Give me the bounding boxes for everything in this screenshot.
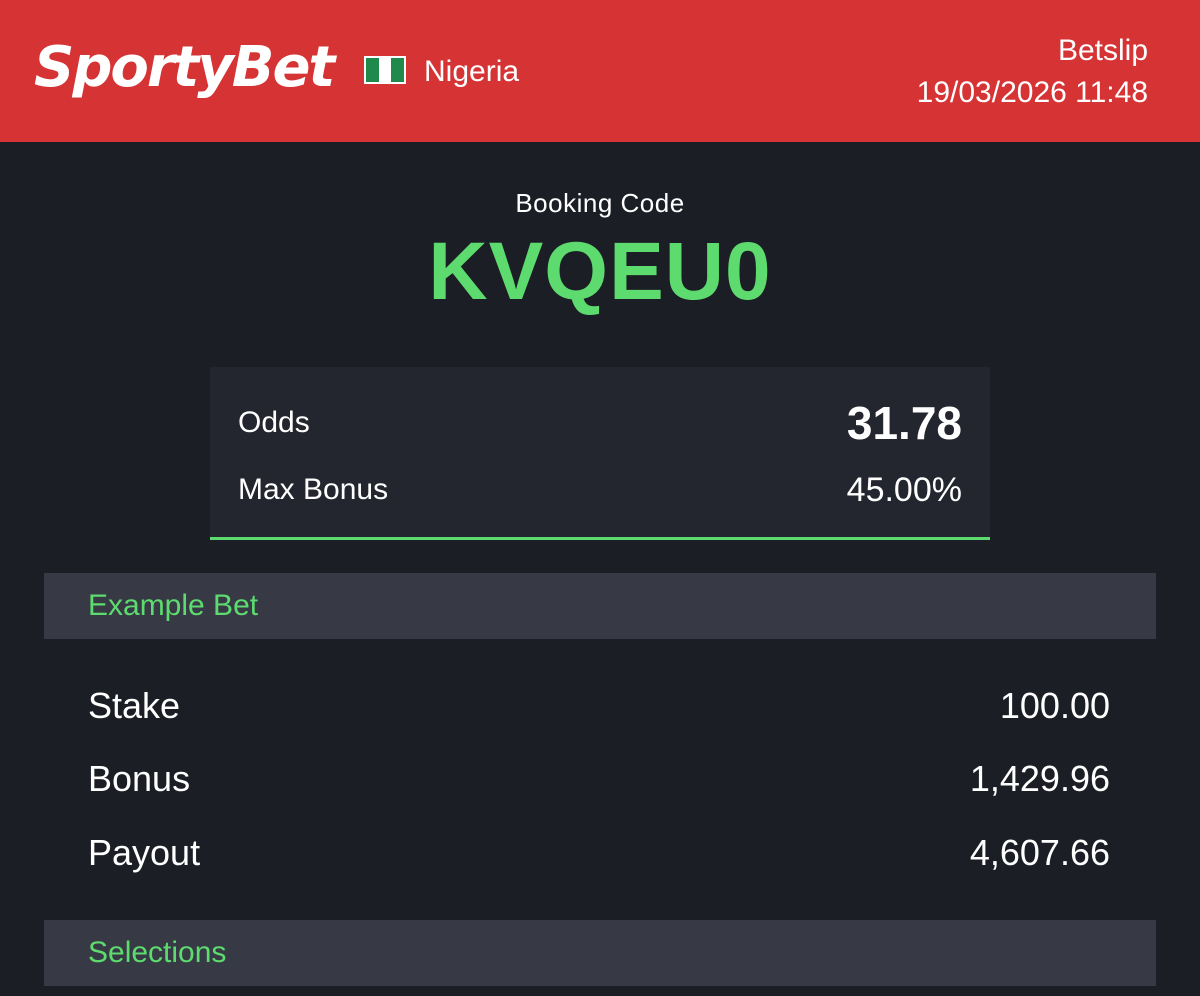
max-bonus-row: Max Bonus 45.00% [238,467,962,513]
booking-code: KVQEU0 [428,226,772,317]
max-bonus-value: 45.00% [846,470,962,509]
bonus-label: Bonus [88,758,191,799]
odds-row: Odds 31.78 [238,397,962,449]
payout-value: 4,607.66 [969,832,1110,873]
app-header: SportyBet Nigeria Betslip 19/03/2026 11:… [0,0,1200,142]
nigeria-flag-icon [364,56,406,84]
example-bet-section-header: Example Bet [44,573,1156,639]
payout-label: Payout [88,832,201,873]
example-bet-title: Example Bet [88,589,259,622]
page-title: Betslip [1057,34,1148,67]
country-label: Nigeria [424,55,520,88]
brand-logo[interactable]: SportyBet [34,30,335,106]
booking-code-label: Booking Code [515,188,685,218]
header-datetime: 19/03/2026 11:48 [916,76,1148,109]
odds-label: Odds [238,406,310,439]
payout-row: Payout 4,607.66 [88,828,1110,878]
selections-title: Selections [88,936,227,969]
bonus-row: Bonus 1,429.96 [88,754,1110,804]
stake-row: Stake 100.00 [88,681,1110,731]
odds-value: 31.78 [846,397,962,449]
bonus-value: 1,429.96 [969,758,1110,799]
max-bonus-label: Max Bonus [238,473,389,506]
stake-label: Stake [88,685,181,726]
selections-section-header[interactable]: Selections [44,920,1156,986]
odds-summary-card: Odds 31.78 Max Bonus 45.00% [210,367,990,540]
stake-value: 100.00 [999,685,1110,726]
